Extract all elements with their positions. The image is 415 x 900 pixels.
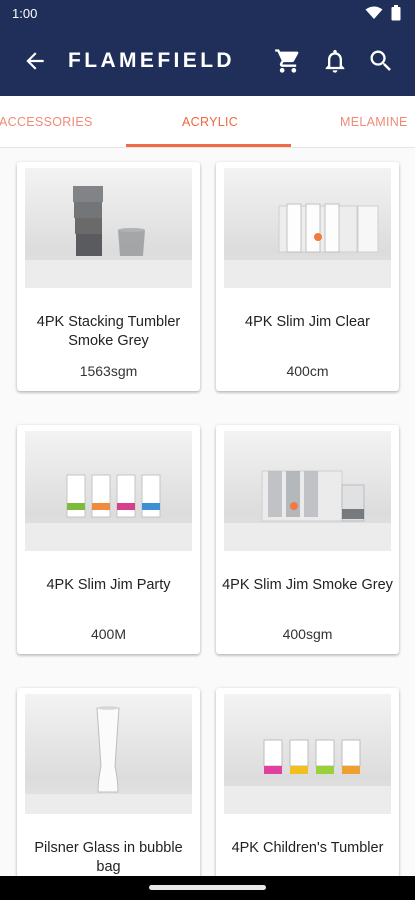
product-card[interactable]: 4PK Children's Tumbler xyxy=(216,688,399,876)
product-image xyxy=(25,431,192,551)
product-image xyxy=(224,431,391,551)
product-size: 400cm xyxy=(286,363,329,379)
product-size: 1563sgm xyxy=(79,363,138,379)
cart-icon[interactable] xyxy=(274,47,302,75)
app-bar: FLAMEFIELD xyxy=(0,28,415,96)
status-icons xyxy=(365,5,401,21)
status-bar: 1:00 xyxy=(0,0,415,28)
battery-icon xyxy=(391,5,401,21)
home-indicator[interactable] xyxy=(149,885,266,890)
product-title: 4PK Children's Tumbler xyxy=(231,840,384,856)
tab-indicator xyxy=(126,144,291,147)
search-icon[interactable] xyxy=(367,47,395,75)
product-image xyxy=(224,694,391,814)
bell-icon[interactable] xyxy=(321,47,349,75)
product-title: 4PK Slim Jim Smoke Grey xyxy=(222,577,393,593)
product-title: 4PK Slim Jim Clear xyxy=(245,314,370,330)
tab-accessories[interactable]: ACCESSORIES xyxy=(0,115,93,129)
product-card[interactable]: 4PK Stacking Tumbler Smoke Grey 1563sgm xyxy=(17,162,200,391)
product-grid[interactable]: 4PK Stacking Tumbler Smoke Grey 1563sgm … xyxy=(0,148,415,876)
tab-acrylic[interactable]: ACRYLIC xyxy=(182,115,238,129)
product-card[interactable]: Pilsner Glass in bubble bag xyxy=(17,688,200,876)
product-image xyxy=(25,694,192,814)
product-image xyxy=(224,168,391,288)
wifi-icon xyxy=(365,6,383,19)
back-arrow-icon[interactable] xyxy=(22,48,48,74)
product-title: 4PK Stacking Tumbler Smoke Grey xyxy=(36,314,181,349)
category-tabs: ACCESSORIES ACRYLIC MELAMINE xyxy=(0,96,415,148)
product-size: 400sgm xyxy=(282,626,333,642)
product-card[interactable]: 4PK Slim Jim Party 400M xyxy=(17,425,200,654)
tab-melamine[interactable]: MELAMINE xyxy=(340,115,408,129)
product-size: 400M xyxy=(90,626,127,642)
status-time: 1:00 xyxy=(12,6,38,21)
product-title: Pilsner Glass in bubble bag xyxy=(34,840,183,875)
product-image xyxy=(25,168,192,288)
product-card[interactable]: 4PK Slim Jim Smoke Grey 400sgm xyxy=(216,425,399,654)
app-title: FLAMEFIELD xyxy=(68,49,235,72)
system-nav-bar xyxy=(0,876,415,900)
product-card[interactable]: 4PK Slim Jim Clear 400cm xyxy=(216,162,399,391)
product-title: 4PK Slim Jim Party xyxy=(46,577,171,593)
